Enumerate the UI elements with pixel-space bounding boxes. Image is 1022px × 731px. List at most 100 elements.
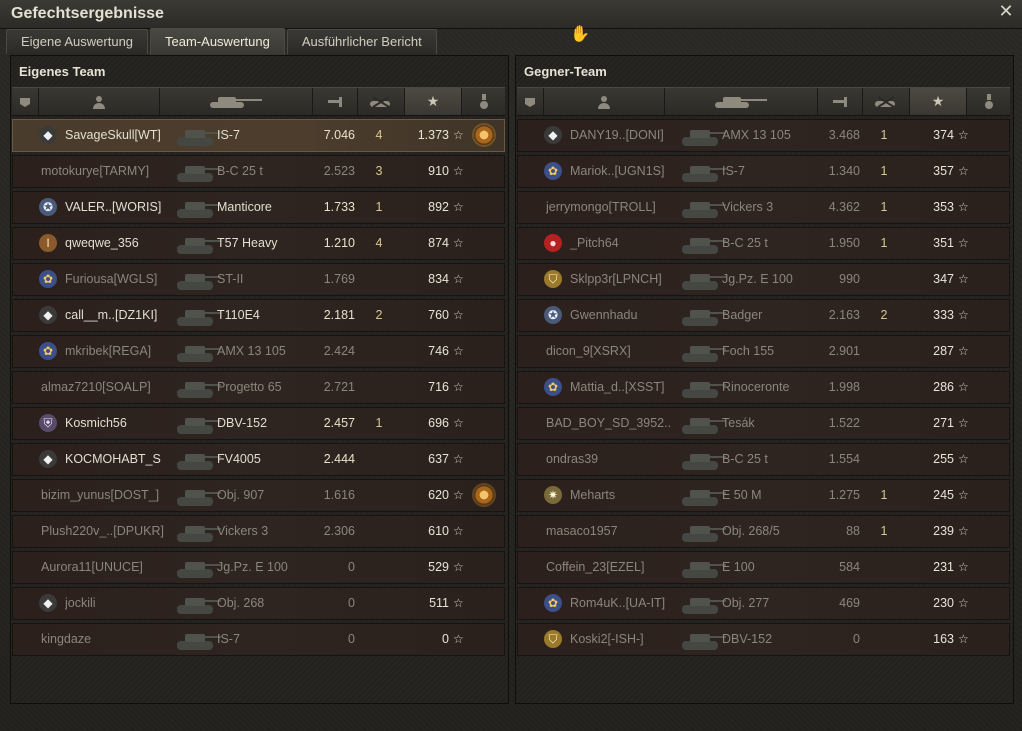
medal-icon[interactable]	[967, 88, 1010, 115]
squad-icon[interactable]	[517, 88, 544, 115]
damage-value: 2.306	[323, 524, 355, 538]
table-row[interactable]: kingdaze IS-7 0 0 ☆	[12, 623, 505, 656]
table-row[interactable]: ⛉ Sklpp3r[LPNCH] Jg.Pz. E 100 990 347 ☆	[517, 263, 1010, 296]
kills-icon[interactable]	[358, 88, 405, 115]
star-icon: ☆	[453, 632, 464, 646]
damage-value: 2.181	[323, 308, 355, 322]
star-icon[interactable]: ★	[910, 88, 967, 115]
star-icon: ☆	[958, 236, 969, 250]
damage-value: 0	[853, 632, 860, 646]
xp-value: 716	[428, 380, 449, 394]
xp-value: 892	[428, 200, 449, 214]
table-row[interactable]: ✿ Furiousa[WGLS] ST-II 1.769 834 ☆	[12, 263, 505, 296]
xp-value: 333	[933, 308, 954, 322]
table-row[interactable]: ⛉ Koski2[-ISH-] DBV-152 0 163 ☆	[517, 623, 1010, 656]
tank-name: IS-7	[217, 632, 240, 646]
tank-icon	[173, 625, 223, 654]
enemy-team-title: Gegner-Team	[524, 64, 607, 79]
xp-value: 245	[933, 488, 954, 502]
table-row[interactable]: ✿ Mariok..[UGN1S] IS-7 1.340 1 357 ☆	[517, 155, 1010, 188]
table-row[interactable]: ◆ DANY19..[DONI] AMX 13 105 3.468 1 374 ☆	[517, 119, 1010, 152]
player-icon[interactable]	[544, 88, 665, 115]
table-row[interactable]: motokurye[TARMY] B-C 25 t 2.523 3 910 ☆	[12, 155, 505, 188]
table-row[interactable]: ✪ VALER..[WORIS] Manticore 1.733 1 892 ☆	[12, 191, 505, 224]
damage-value: 0	[348, 596, 355, 610]
table-row[interactable]: ● _Pitch64 B-C 25 t 1.950 1 351 ☆	[517, 227, 1010, 260]
table-row[interactable]: ◆ KOCMOHABT_S FV4005 2.444 637 ☆	[12, 443, 505, 476]
tab-eigene-auswertung[interactable]: Eigene Auswertung	[6, 29, 149, 54]
tank-icon	[678, 157, 728, 186]
tab-team-auswertung[interactable]: Team-Auswertung	[150, 28, 285, 55]
star-icon: ☆	[958, 524, 969, 538]
player-name: SavageSkull[WT]	[65, 128, 161, 142]
player-name: VALER..[WORIS]	[65, 200, 162, 214]
kills-value	[874, 624, 894, 655]
tank-name: Vickers 3	[217, 524, 269, 538]
medal-icon[interactable]	[462, 88, 505, 115]
clan-badge-icon: ●	[544, 234, 562, 252]
table-row[interactable]: ⛨ Kosmich56 DBV-152 2.457 1 696 ☆	[12, 407, 505, 440]
clan-badge-icon: I	[39, 234, 57, 252]
xp-value: 0	[442, 632, 449, 646]
table-row[interactable]: masaco1957 Obj. 268/5 88 1 239 ☆	[517, 515, 1010, 548]
xp-value: 834	[428, 272, 449, 286]
kills-value	[369, 552, 389, 583]
table-row[interactable]: almaz7210[SOALP] Progetto 65 2.721 716 ☆	[12, 371, 505, 404]
table-row[interactable]: Coffein_23[EZEL] E 100 584 231 ☆	[517, 551, 1010, 584]
xp-value: 351	[933, 236, 954, 250]
player-icon[interactable]	[39, 88, 160, 115]
tab-ausfuehrlicher-bericht[interactable]: Ausführlicher Bericht	[286, 29, 437, 54]
kills-value	[369, 588, 389, 619]
clan-badge-icon: ✪	[544, 306, 562, 324]
damage-value: 2.901	[828, 344, 860, 358]
star-icon: ☆	[958, 452, 969, 466]
table-row[interactable]: ✿ mkribek[REGA] AMX 13 105 2.424 746 ☆	[12, 335, 505, 368]
kills-value	[369, 336, 389, 367]
player-name: Mariok..[UGN1S]	[570, 164, 665, 178]
xp-value: 910	[428, 164, 449, 178]
table-row[interactable]: ondras39 B-C 25 t 1.554 255 ☆	[517, 443, 1010, 476]
table-row[interactable]: ✪ Gwennhadu Badger 2.163 2 333 ☆	[517, 299, 1010, 332]
close-icon[interactable]: ✕	[998, 2, 1014, 20]
medal-icon[interactable]	[474, 485, 494, 505]
tank-icon	[678, 265, 728, 294]
tank-name: Jg.Pz. E 100	[217, 560, 288, 574]
tank-name: B-C 25 t	[722, 452, 768, 466]
own-team-list: ◆ SavageSkull[WT] IS-7 7.046 4 1.373 ☆ motokury…	[12, 119, 505, 659]
tank-icon[interactable]	[160, 88, 313, 115]
table-row[interactable]: Plush220v_..[DPUKR] Vickers 3 2.306 610 ☆	[12, 515, 505, 548]
tank-icon	[173, 337, 223, 366]
table-row[interactable]: ◆ SavageSkull[WT] IS-7 7.046 4 1.373 ☆	[12, 119, 505, 152]
table-row[interactable]: Iqweqwe_356 T57 Heavy 1.210 4 874 ☆	[12, 227, 505, 260]
kills-value	[874, 372, 894, 403]
damage-value: 2.444	[323, 452, 355, 466]
table-row[interactable]: bizim_yunus[DOST_] Obj. 907 1.616 620 ☆	[12, 479, 505, 512]
damage-icon[interactable]	[818, 88, 863, 115]
xp-value: 353	[933, 200, 954, 214]
tank-icon[interactable]	[665, 88, 818, 115]
tank-icon	[173, 553, 223, 582]
title-bar: Gefechtsergebnisse ✕	[0, 0, 1022, 29]
table-row[interactable]: ✿ Rom4uK..[UA-IT] Obj. 277 469 230 ☆	[517, 587, 1010, 620]
tank-icon	[678, 121, 728, 150]
own-team-title: Eigenes Team	[19, 64, 106, 79]
table-row[interactable]: BAD_BOY_SD_3952.. Tesák 1.522 271 ☆	[517, 407, 1010, 440]
star-icon[interactable]: ★	[405, 88, 462, 115]
table-row[interactable]: ✿ Mattia_d..[XSST] Rinoceronte 1.998 286 ☆	[517, 371, 1010, 404]
table-row[interactable]: ◆ jockili Obj. 268 0 511 ☆	[12, 587, 505, 620]
xp-value: 374	[933, 128, 954, 142]
table-row[interactable]: dicon_9[XSRX] Foch 155 2.901 287 ☆	[517, 335, 1010, 368]
table-row[interactable]: jerrymongo[TROLL] Vickers 3 4.362 1 353 ☆	[517, 191, 1010, 224]
table-row[interactable]: ◆ call__m..[DZ1KI] T110E4 2.181 2 760 ☆	[12, 299, 505, 332]
table-row[interactable]: Aurora11[UNUCE] Jg.Pz. E 100 0 529 ☆	[12, 551, 505, 584]
medal-icon[interactable]	[474, 125, 494, 145]
damage-value: 0	[348, 560, 355, 574]
kills-icon[interactable]	[863, 88, 910, 115]
tank-name: ST-II	[217, 272, 244, 286]
star-icon: ☆	[453, 560, 464, 574]
table-row[interactable]: ✷ Meharts E 50 M 1.275 1 245 ☆	[517, 479, 1010, 512]
kills-value	[369, 480, 389, 511]
damage-icon[interactable]	[313, 88, 358, 115]
damage-value: 4.362	[828, 200, 860, 214]
squad-icon[interactable]	[12, 88, 39, 115]
